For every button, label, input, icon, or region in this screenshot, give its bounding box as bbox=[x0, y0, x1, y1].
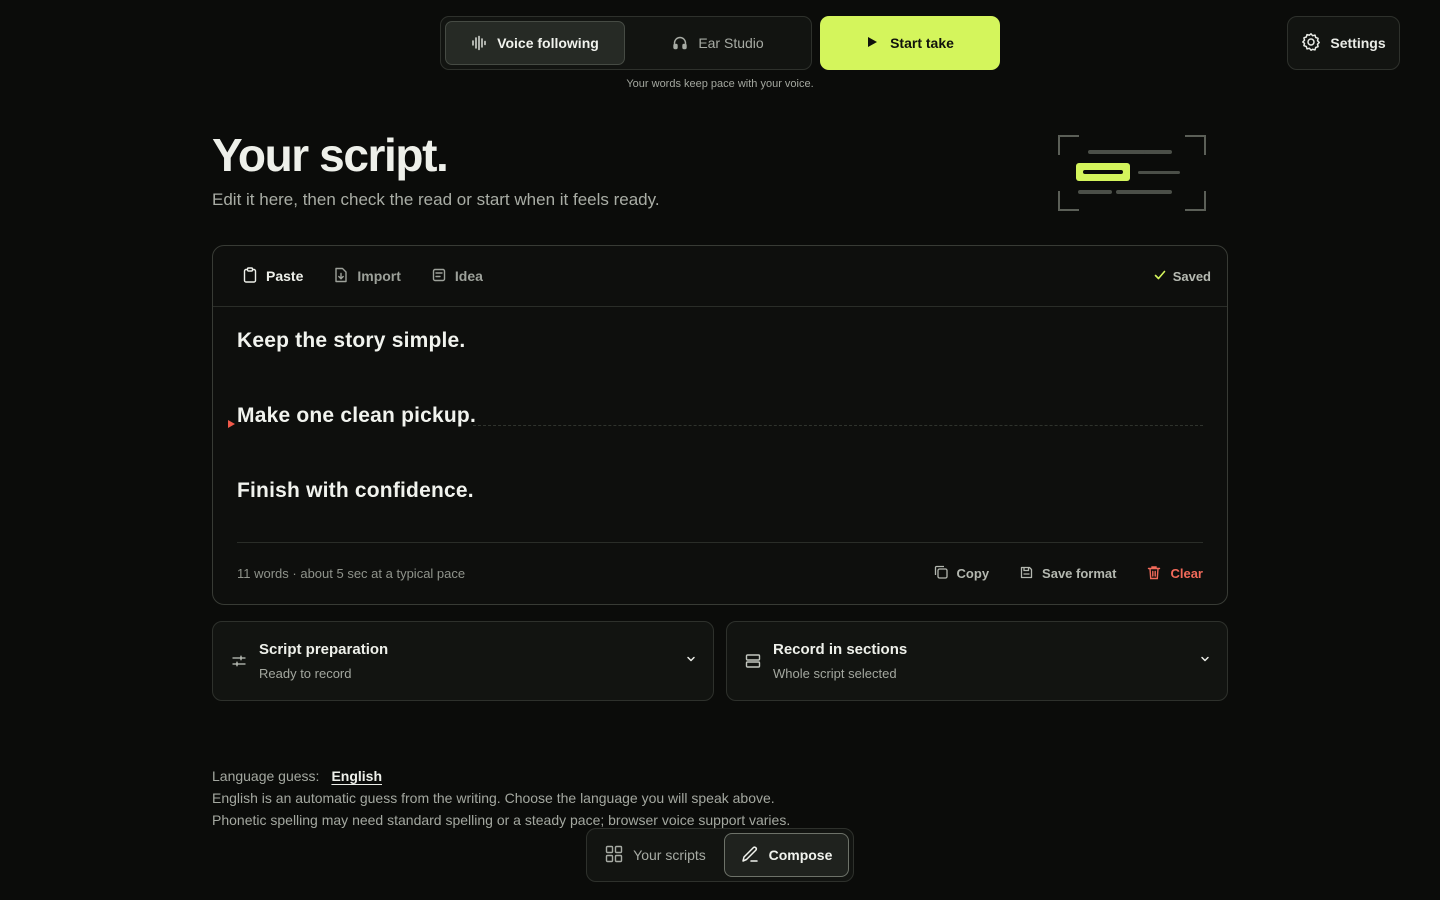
start-take-button[interactable]: Start take bbox=[820, 16, 1000, 70]
rows-icon bbox=[745, 653, 761, 669]
script-preparation-status: Ready to record bbox=[259, 666, 352, 681]
saved-label: Saved bbox=[1172, 268, 1211, 284]
language-note: Language guess: English English is an au… bbox=[212, 765, 812, 831]
settings-label: Settings bbox=[1330, 35, 1386, 51]
your-scripts-label: Your scripts bbox=[633, 847, 706, 863]
mode-hint: Your words keep pace with your voice. bbox=[626, 78, 814, 90]
word-count: 11 words · about 5 sec at a typical pace bbox=[237, 566, 466, 581]
pencil-icon bbox=[741, 845, 759, 866]
import-label: Import bbox=[357, 268, 401, 284]
sliders-icon bbox=[231, 654, 247, 668]
voice-following-label: Voice following bbox=[497, 35, 599, 51]
record-in-sections-title: Record in sections bbox=[773, 641, 908, 658]
language-explanation: English is an automatic guess from the w… bbox=[212, 790, 791, 828]
script-preparation-panel[interactable]: Script preparation Ready to record bbox=[212, 621, 714, 701]
clear-label: Clear bbox=[1170, 566, 1203, 581]
copy-button[interactable]: Copy bbox=[934, 565, 990, 582]
bottom-nav: Your scripts Compose bbox=[586, 828, 854, 882]
paste-button[interactable]: Paste bbox=[243, 266, 304, 286]
settings-button[interactable]: Settings bbox=[1287, 16, 1400, 70]
start-take-label: Start take bbox=[890, 35, 954, 51]
compose-label: Compose bbox=[768, 847, 833, 863]
script-line[interactable]: Keep the story simple. bbox=[237, 329, 465, 353]
cue-marker-icon bbox=[228, 420, 235, 428]
save-icon bbox=[1020, 566, 1033, 582]
script-text-area[interactable]: Keep the story simple. Make one clean pi… bbox=[213, 307, 1227, 543]
copy-label: Copy bbox=[956, 566, 990, 581]
clipboard-icon bbox=[243, 266, 257, 286]
editor-toolbar: Paste Import Idea Saved bbox=[213, 246, 1227, 307]
mode-switch: Voice following Ear Studio bbox=[440, 16, 812, 70]
language-guess-value[interactable]: English bbox=[331, 765, 382, 787]
script-illustration-icon bbox=[1058, 135, 1206, 211]
language-guess-label: Language guess: bbox=[212, 768, 320, 784]
trash-icon bbox=[1147, 565, 1161, 583]
script-line[interactable]: Finish with confidence. bbox=[237, 479, 474, 503]
waveform-icon bbox=[471, 35, 487, 51]
script-preparation-title: Script preparation bbox=[259, 641, 389, 658]
page-subtitle: Edit it here, then check the read or sta… bbox=[212, 190, 660, 209]
ear-studio-tab[interactable]: Ear Studio bbox=[629, 21, 807, 65]
save-format-label: Save format bbox=[1042, 566, 1117, 581]
divider bbox=[237, 542, 1203, 543]
headphones-icon bbox=[672, 35, 688, 51]
check-icon bbox=[1154, 269, 1166, 284]
page-title: Your script. bbox=[212, 129, 449, 181]
save-format-button[interactable]: Save format bbox=[1020, 566, 1116, 582]
note-icon bbox=[432, 268, 446, 285]
chevron-down-icon bbox=[1199, 652, 1211, 670]
saved-status: Saved bbox=[1154, 269, 1211, 284]
idea-label: Idea bbox=[454, 268, 483, 284]
paste-label: Paste bbox=[266, 268, 304, 284]
chevron-down-icon bbox=[685, 652, 697, 670]
script-editor: Paste Import Idea Saved Keep the story s… bbox=[212, 245, 1228, 605]
voice-following-tab[interactable]: Voice following bbox=[445, 21, 625, 65]
clear-button[interactable]: Clear bbox=[1147, 565, 1203, 583]
import-button[interactable]: Import bbox=[334, 267, 401, 286]
ear-studio-label: Ear Studio bbox=[698, 35, 764, 51]
grid-icon bbox=[605, 845, 623, 866]
record-in-sections-panel[interactable]: Record in sections Whole script selected bbox=[726, 621, 1228, 701]
cue-guide-line bbox=[473, 425, 1203, 426]
compose-button[interactable]: Compose bbox=[723, 833, 849, 877]
file-import-icon bbox=[334, 267, 348, 286]
record-in-sections-status: Whole script selected bbox=[773, 666, 897, 681]
editor-actions: Copy Save format Clear bbox=[934, 565, 1203, 583]
gear-icon bbox=[1301, 32, 1321, 55]
play-icon bbox=[866, 35, 878, 51]
script-line[interactable]: Make one clean pickup. bbox=[237, 404, 476, 428]
editor-footer: 11 words · about 5 sec at a typical pace… bbox=[213, 543, 1227, 604]
your-scripts-button[interactable]: Your scripts bbox=[591, 833, 720, 877]
copy-icon bbox=[934, 565, 948, 582]
idea-button[interactable]: Idea bbox=[432, 268, 483, 285]
